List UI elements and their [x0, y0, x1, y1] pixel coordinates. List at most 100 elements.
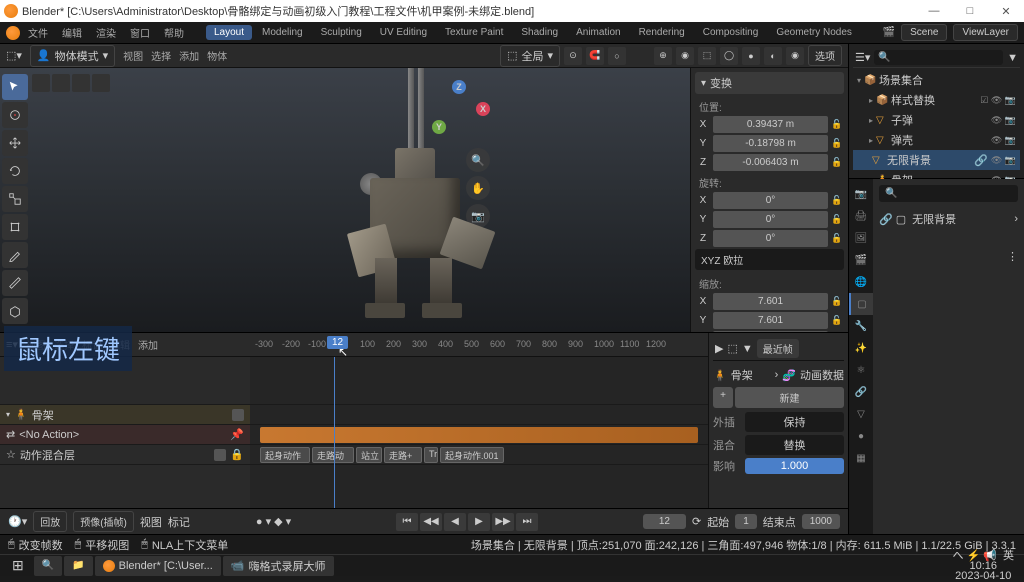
outliner-item[interactable]: ▸▽弹壳👁 📷: [853, 130, 1020, 150]
tool-measure[interactable]: [2, 270, 28, 296]
pivot-icon[interactable]: ⊙: [564, 47, 582, 65]
selectmode-2[interactable]: [52, 74, 70, 92]
prop-tab-object[interactable]: ▢: [849, 293, 873, 315]
prop-tab-world[interactable]: 🌐: [849, 271, 873, 293]
nla-strip[interactable]: 走路动: [312, 447, 354, 463]
filter-icon[interactable]: ▼: [1007, 52, 1018, 64]
tool-select[interactable]: [2, 74, 28, 100]
end-frame[interactable]: 1000: [802, 514, 840, 529]
current-frame[interactable]: 12: [643, 514, 686, 529]
task-blender[interactable]: Blender* [C:\User...: [95, 556, 221, 576]
workspace-shading[interactable]: Shading: [513, 25, 566, 40]
selectmode-3[interactable]: [72, 74, 90, 92]
play-button[interactable]: ▶: [468, 513, 490, 531]
menu-edit[interactable]: 编辑: [56, 23, 88, 42]
workspace-animation[interactable]: Animation: [568, 25, 628, 40]
vp-options[interactable]: 选项: [808, 45, 842, 66]
tool-rotate[interactable]: [2, 158, 28, 184]
selectmode-4[interactable]: [92, 74, 110, 92]
tl-markers[interactable]: 标记: [168, 514, 190, 530]
app-icon[interactable]: [6, 26, 20, 40]
workspace-texpaint[interactable]: Texture Paint: [437, 25, 511, 40]
outliner-root[interactable]: ▾📦场景集合: [853, 70, 1020, 90]
rot-y[interactable]: 0°: [713, 211, 828, 228]
start-button[interactable]: ⊞: [4, 556, 32, 576]
keyframe-prev-button[interactable]: ◀◀: [420, 513, 442, 531]
prop-tab-texture[interactable]: ▦: [849, 447, 873, 469]
autokey-icon[interactable]: ● ▾ ◆ ▾: [256, 515, 291, 528]
prop-tab-physics[interactable]: ⚛: [849, 359, 873, 381]
lock-icon[interactable]: 🔓: [830, 116, 844, 133]
prop-tab-render[interactable]: 📷: [849, 183, 873, 205]
props-search[interactable]: 🔍: [879, 185, 1018, 202]
overlay-toggle-icon[interactable]: ◉: [676, 47, 694, 65]
outliner-icon[interactable]: ☰▾: [855, 51, 870, 64]
playback-menu[interactable]: 回放: [33, 511, 67, 532]
prop-tab-modifier[interactable]: 🔧: [849, 315, 873, 337]
prop-tab-particle[interactable]: ✨: [849, 337, 873, 359]
xray-icon[interactable]: ⬚: [698, 47, 716, 65]
loc-y[interactable]: -0.18798 m: [713, 135, 828, 152]
menu-file[interactable]: 文件: [22, 23, 54, 42]
new-button[interactable]: 新建: [735, 387, 844, 408]
shading-render-icon[interactable]: ◉: [786, 47, 804, 65]
close-button[interactable]: ✕: [992, 5, 1020, 18]
filter-selector[interactable]: 最近帧: [757, 339, 799, 358]
prop-tab-material[interactable]: ●: [849, 425, 873, 447]
outliner-item[interactable]: ▸▽子弹👁 📷: [853, 110, 1020, 130]
menu-render[interactable]: 渲染: [90, 23, 122, 42]
task-search[interactable]: 🔍: [34, 556, 62, 576]
tray-clock[interactable]: へ ⚡ 📢英 10:162023-04-10: [946, 551, 1020, 581]
range-icon[interactable]: ⟳: [692, 515, 701, 528]
tool-cursor[interactable]: [2, 102, 28, 128]
outliner-search[interactable]: 🔍: [874, 50, 1003, 65]
editor-type-icon[interactable]: ⬚▾: [6, 49, 22, 62]
nla-strip[interactable]: 走路+: [384, 447, 422, 463]
workspace-modeling[interactable]: Modeling: [254, 25, 311, 40]
shading-wire-icon[interactable]: ◯: [720, 47, 738, 65]
track-armature[interactable]: ▾🧍骨架: [0, 405, 250, 425]
scl-z[interactable]: 7.601: [713, 331, 828, 332]
rot-z[interactable]: 0°: [713, 230, 828, 247]
jump-start-button[interactable]: ⏮: [396, 513, 418, 531]
tool-annotate[interactable]: [2, 242, 28, 268]
play-reverse-button[interactable]: ◀: [444, 513, 466, 531]
track-noaction[interactable]: ⇄<No Action>📌: [0, 425, 250, 445]
gizmo-toggle-icon[interactable]: ⊕: [654, 47, 672, 65]
workspace-layout[interactable]: Layout: [206, 25, 252, 40]
rot-x[interactable]: 0°: [713, 192, 828, 209]
jump-end-button[interactable]: ⏭: [516, 513, 538, 531]
vp-menu-select[interactable]: 选择: [151, 48, 171, 63]
menu-window[interactable]: 窗口: [124, 23, 156, 42]
proportional-icon[interactable]: ○: [608, 47, 626, 65]
scl-y[interactable]: 7.601: [713, 312, 828, 329]
add-button[interactable]: +: [713, 387, 733, 408]
orientation-selector[interactable]: ⬚全局▾: [500, 45, 560, 67]
shading-solid-icon[interactable]: ●: [742, 47, 760, 65]
3d-viewport[interactable]: ZXY 🔍 ✋ 📷 ⬚: [0, 68, 690, 332]
scl-x[interactable]: 7.601: [713, 293, 828, 310]
blend-select[interactable]: 替换: [745, 435, 844, 455]
rotation-mode[interactable]: XYZ 欧拉: [695, 249, 844, 270]
vp-menu-view[interactable]: 视图: [123, 48, 143, 63]
tool-transform[interactable]: [2, 214, 28, 240]
viewlayer-selector[interactable]: ViewLayer: [953, 24, 1018, 41]
tl-view[interactable]: 视图: [140, 514, 162, 530]
workspace-rendering[interactable]: Rendering: [631, 25, 693, 40]
task-explorer[interactable]: 📁: [64, 556, 92, 576]
keying-menu[interactable]: 预像(插帧): [73, 511, 134, 532]
nla-strip[interactable]: Tr: [424, 447, 438, 463]
workspace-uv[interactable]: UV Editing: [372, 25, 435, 40]
loc-x[interactable]: 0.39437 m: [713, 116, 828, 133]
menu-help[interactable]: 帮助: [158, 23, 190, 42]
tool-scale[interactable]: [2, 186, 28, 212]
tool-addcube[interactable]: [2, 298, 28, 324]
mode-selector[interactable]: 👤物体模式▾: [30, 45, 115, 67]
loc-z[interactable]: -0.006403 m: [713, 154, 828, 171]
prop-tab-viewlayer[interactable]: 🖼: [849, 227, 873, 249]
timeline-ruler[interactable]: -300 -200 -100 0 100 200 300 400 500 600…: [250, 333, 708, 357]
funnel-icon[interactable]: ▼: [742, 343, 753, 355]
nla-strip[interactable]: 起身动作.001: [440, 447, 504, 463]
task-recorder[interactable]: 📹嗨格式录屏大师: [223, 556, 334, 576]
nla-strip[interactable]: 起身动作: [260, 447, 310, 463]
